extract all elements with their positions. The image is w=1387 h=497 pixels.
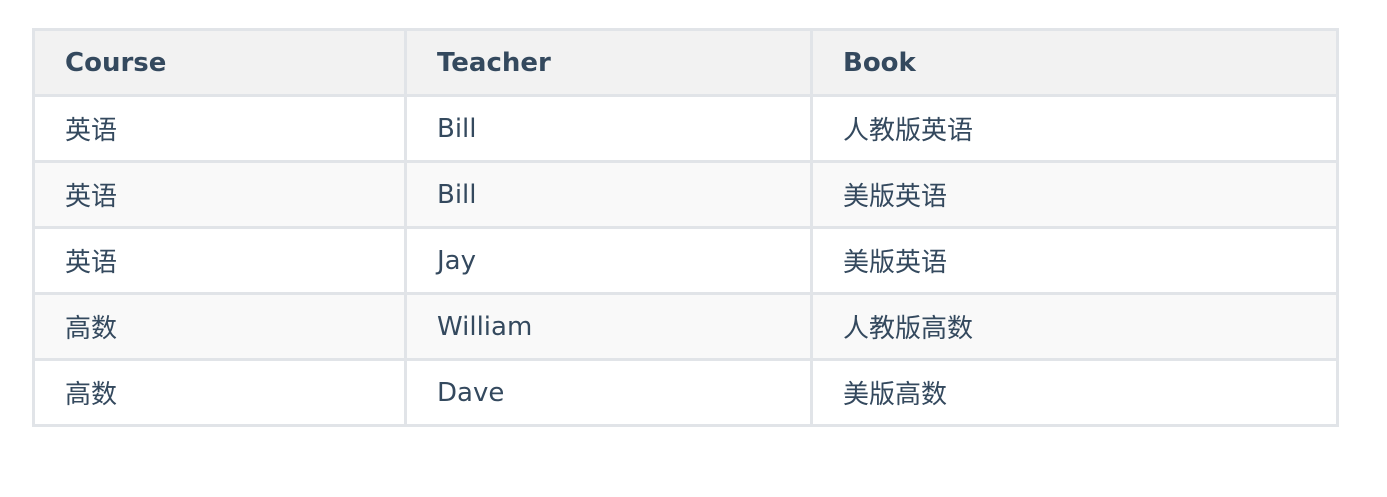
header-course: Course [32, 28, 407, 97]
cell-teacher: William [404, 292, 813, 361]
table-row: 高数 Dave 美版高数 [32, 358, 1339, 427]
cell-course: 高数 [32, 358, 407, 427]
table-header: Course Teacher Book [32, 28, 1339, 97]
table-row: 高数 William 人教版高数 [32, 292, 1339, 361]
cell-teacher: Dave [404, 358, 813, 427]
table-body: 英语 Bill 人教版英语 英语 Bill 美版英语 英语 Jay 美版英语 高… [32, 94, 1339, 427]
cell-book: 美版高数 [810, 358, 1339, 427]
cell-teacher: Jay [404, 226, 813, 295]
cell-book: 美版英语 [810, 160, 1339, 229]
cell-teacher: Bill [404, 160, 813, 229]
header-teacher: Teacher [404, 28, 813, 97]
cell-book: 人教版高数 [810, 292, 1339, 361]
table-row: 英语 Bill 美版英语 [32, 160, 1339, 229]
cell-course: 英语 [32, 226, 407, 295]
cell-course: 英语 [32, 94, 407, 163]
table-row: 英语 Jay 美版英语 [32, 226, 1339, 295]
cell-book: 美版英语 [810, 226, 1339, 295]
table-row: 英语 Bill 人教版英语 [32, 94, 1339, 163]
cell-teacher: Bill [404, 94, 813, 163]
header-row: Course Teacher Book [32, 28, 1339, 97]
cell-course: 英语 [32, 160, 407, 229]
course-table: Course Teacher Book 英语 Bill 人教版英语 英语 Bil… [32, 28, 1339, 427]
header-book: Book [810, 28, 1339, 97]
cell-book: 人教版英语 [810, 94, 1339, 163]
cell-course: 高数 [32, 292, 407, 361]
